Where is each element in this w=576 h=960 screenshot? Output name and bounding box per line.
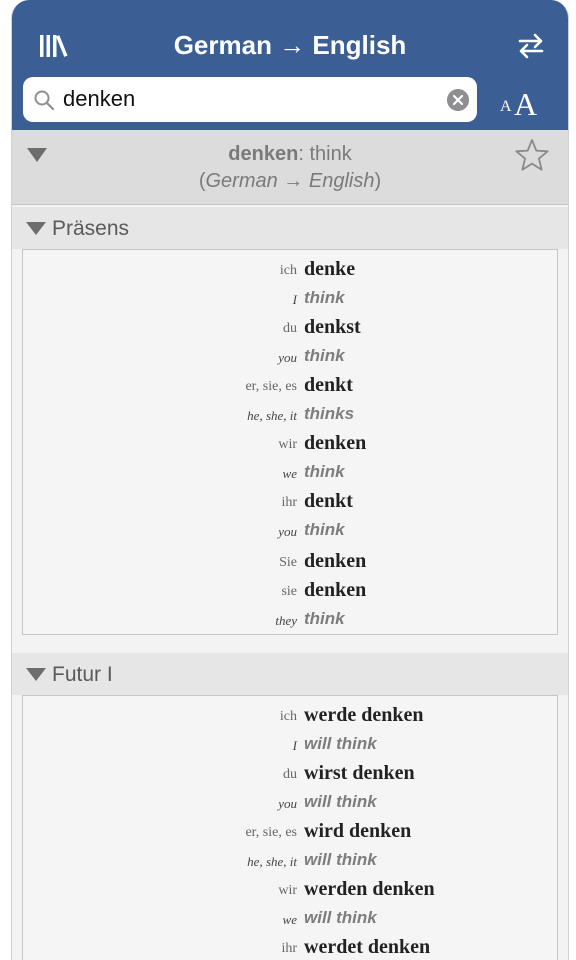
translation-row: I will think bbox=[23, 733, 557, 761]
german-pronoun: Sie bbox=[279, 555, 297, 570]
english-pronoun: I bbox=[292, 292, 297, 307]
search-icon bbox=[34, 90, 55, 111]
search-field[interactable] bbox=[23, 77, 477, 122]
german-form: denkst bbox=[304, 316, 361, 338]
german-pronoun: wir bbox=[278, 437, 297, 452]
german-form: denken bbox=[304, 432, 367, 454]
collapse-triangle-icon[interactable] bbox=[26, 668, 46, 681]
search-input[interactable] bbox=[63, 85, 433, 113]
german-form: werden denken bbox=[304, 878, 435, 900]
german-form: werde denken bbox=[304, 704, 424, 726]
app-screen: German → English A A denken: think bbox=[11, 0, 569, 960]
paren-close: ) bbox=[374, 170, 382, 192]
german-form: denken bbox=[304, 579, 367, 601]
font-size-small-label: A bbox=[500, 98, 512, 115]
english-pronoun: they bbox=[275, 613, 297, 628]
section-header-prasens[interactable]: Präsens bbox=[12, 207, 568, 249]
english-form: think bbox=[304, 346, 345, 365]
section-title: Präsens bbox=[52, 217, 130, 240]
conjugation-row: ich werde denken bbox=[23, 704, 557, 732]
english-pronoun: you bbox=[278, 350, 297, 365]
entry-header[interactable]: denken: think (German → English) bbox=[12, 130, 568, 205]
german-form: wird denken bbox=[304, 820, 412, 842]
swap-icon[interactable] bbox=[517, 33, 545, 59]
english-form: think bbox=[304, 609, 345, 628]
conjugation-row: du wirst denken bbox=[23, 762, 557, 790]
english-form: think bbox=[304, 520, 345, 539]
german-pronoun: sie bbox=[281, 584, 297, 599]
conjugation-row: er, sie, es denkt bbox=[23, 374, 557, 402]
paren-open: ( bbox=[198, 170, 206, 192]
clear-search-icon[interactable] bbox=[447, 89, 469, 111]
german-form: werdet denken bbox=[304, 936, 431, 958]
english-pronoun: you bbox=[278, 524, 297, 539]
translation-row: we think bbox=[23, 461, 557, 489]
translation-row: you will think bbox=[23, 791, 557, 819]
translation-row: I think bbox=[23, 287, 557, 315]
language-to: English bbox=[308, 170, 375, 192]
nav-title: German → English bbox=[173, 30, 407, 60]
conjugation-row: er, sie, es wird denken bbox=[23, 820, 557, 848]
german-pronoun: ich bbox=[279, 709, 297, 724]
german-pronoun: ich bbox=[279, 263, 297, 278]
english-pronoun: we bbox=[282, 912, 297, 927]
german-pronoun: du bbox=[283, 767, 297, 782]
german-form: denke bbox=[304, 258, 356, 280]
collapse-triangle-icon[interactable] bbox=[26, 222, 46, 235]
entry-translation: think bbox=[309, 143, 352, 165]
german-pronoun: er, sie, es bbox=[245, 825, 297, 840]
english-form: will think bbox=[304, 734, 377, 753]
conjugation-row: sie denken bbox=[23, 579, 557, 607]
english-form: will think bbox=[304, 908, 377, 927]
entry-headword: denken bbox=[228, 143, 299, 165]
conjugation-row: ihr denkt bbox=[23, 490, 557, 518]
english-pronoun: you bbox=[278, 796, 297, 811]
german-pronoun: ihr bbox=[281, 495, 297, 510]
german-form: denkt bbox=[304, 490, 353, 512]
english-pronoun: he, she, it bbox=[247, 854, 297, 869]
english-pronoun: I bbox=[292, 738, 297, 753]
navigation-bar: German → English A A bbox=[12, 0, 568, 130]
conjugation-row: wir denken bbox=[23, 432, 557, 460]
conjugation-row: du denkst bbox=[23, 316, 557, 344]
entry-language-pair: (German → English) bbox=[12, 170, 568, 193]
translation-row: they think bbox=[23, 608, 557, 636]
german-pronoun: du bbox=[283, 321, 297, 336]
english-form: think bbox=[304, 462, 345, 481]
german-form: denkt bbox=[304, 374, 353, 396]
entry-separator: : bbox=[298, 143, 310, 165]
german-pronoun: ihr bbox=[281, 941, 297, 956]
translation-row: he, she, it thinks bbox=[23, 403, 557, 431]
english-form: will think bbox=[304, 792, 377, 811]
favorite-star-icon[interactable] bbox=[515, 138, 549, 172]
english-form: think bbox=[304, 288, 345, 307]
german-form: denken bbox=[304, 550, 367, 572]
section-header-futur-1[interactable]: Futur I bbox=[12, 653, 568, 695]
english-form: will think bbox=[304, 850, 377, 869]
entry-title: denken: think bbox=[12, 143, 568, 166]
section-title: Futur I bbox=[52, 663, 113, 686]
language-arrow: → bbox=[277, 170, 309, 192]
language-from: German bbox=[205, 170, 278, 192]
english-form: thinks bbox=[304, 404, 355, 423]
conjugation-row: ihr werdet denken bbox=[23, 936, 557, 960]
conjugation-table-futur-1: ich werde denken I will think du wirst d… bbox=[22, 695, 558, 960]
conjugation-row: Sie denken bbox=[23, 550, 557, 578]
translation-row: you think bbox=[23, 519, 557, 547]
font-size-large-label: A bbox=[514, 86, 538, 122]
conjugation-row: ich denke bbox=[23, 258, 557, 286]
font-size-button[interactable]: A A bbox=[498, 84, 548, 124]
conjugation-table-prasens: ich denke I think du denkst you think er… bbox=[22, 249, 558, 635]
english-pronoun: we bbox=[282, 466, 297, 481]
translation-row: we will think bbox=[23, 907, 557, 935]
translation-row: he, she, it will think bbox=[23, 849, 557, 877]
german-pronoun: wir bbox=[278, 883, 297, 898]
english-pronoun: he, she, it bbox=[247, 408, 297, 423]
german-pronoun: er, sie, es bbox=[245, 379, 297, 394]
conjugation-row: wir werden denken bbox=[23, 878, 557, 906]
translation-row: you think bbox=[23, 345, 557, 373]
german-form: wirst denken bbox=[304, 762, 415, 784]
